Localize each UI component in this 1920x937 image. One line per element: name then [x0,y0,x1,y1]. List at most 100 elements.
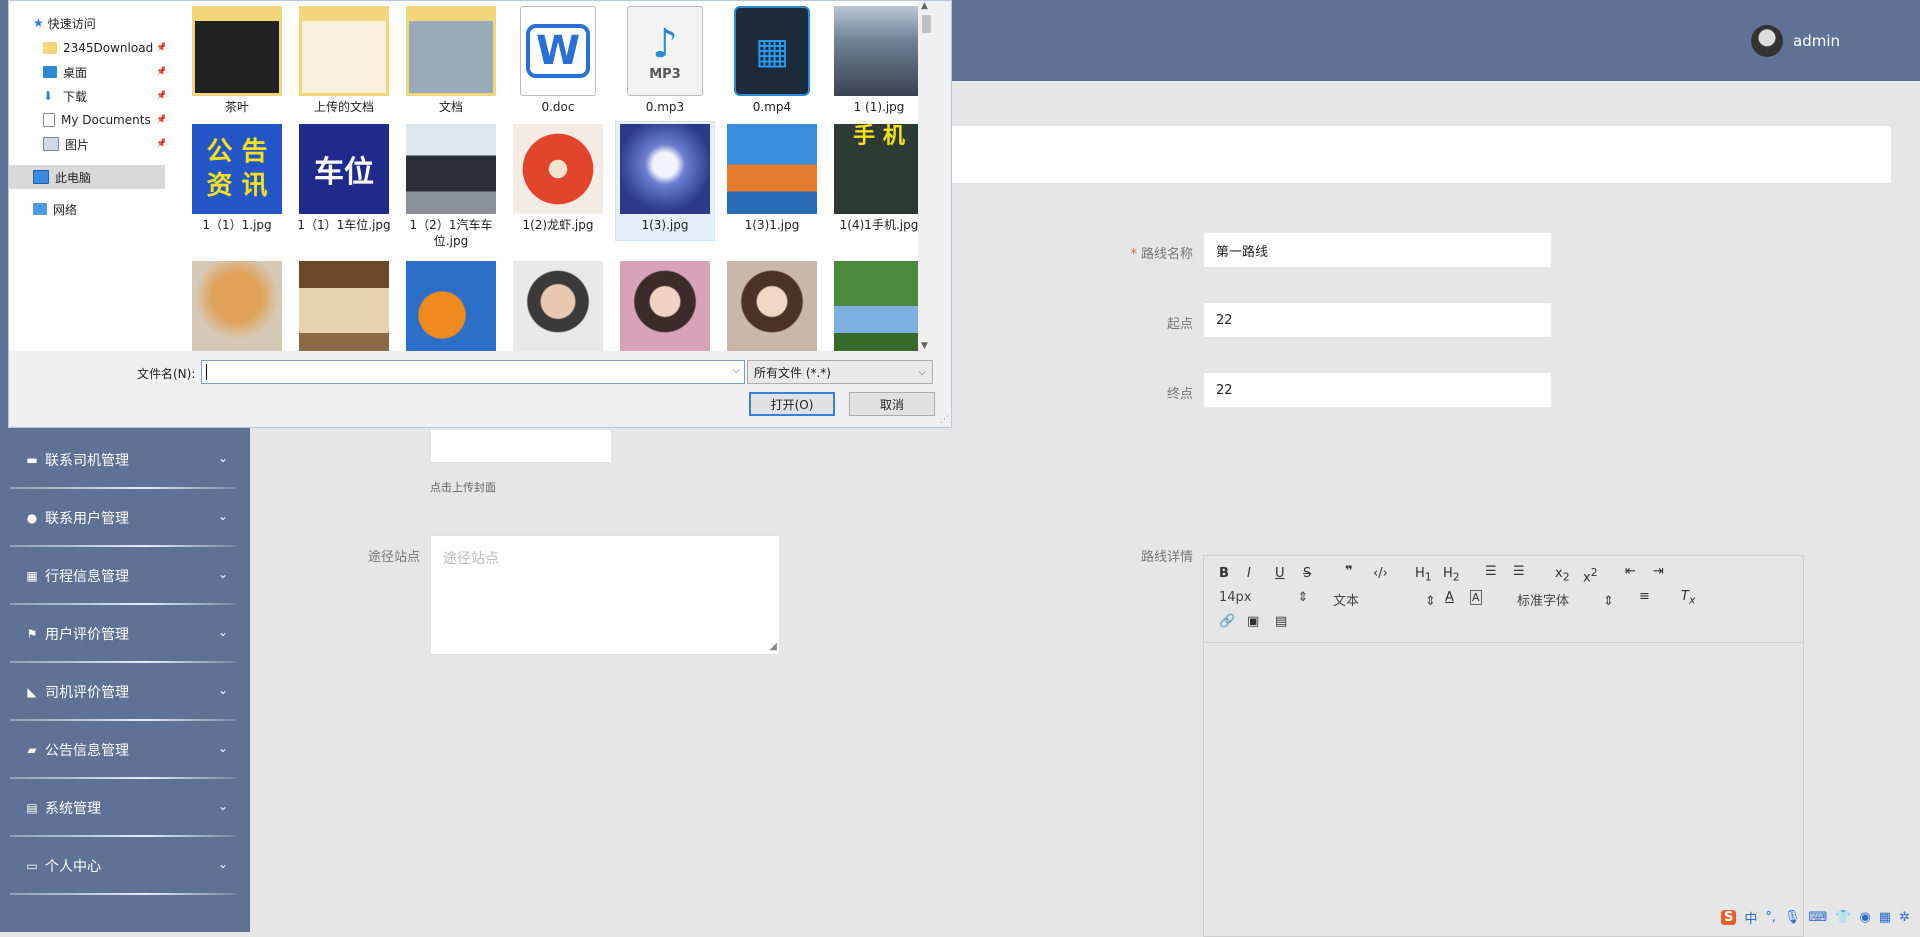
image-thumbnail: 车位 [299,124,389,214]
filetype-select[interactable]: 所有文件 (*.*) ⌵ [747,360,933,384]
sidebar-item-system[interactable]: ▤ 系统管理 ⌄ [0,779,250,837]
text-caret [206,364,207,380]
ordered-list-icon[interactable]: ☰ [1485,564,1497,579]
sidebar-item-user-review[interactable]: ⚑ 用户评价管理 ⌄ [0,605,250,663]
scroll-down-icon[interactable]: ▼ [921,341,928,351]
file-item[interactable]: W 0.doc [508,1,608,115]
file-item[interactable] [187,256,287,351]
align-icon[interactable]: ≡ [1639,589,1650,604]
open-button[interactable]: 打开(O) [749,392,835,416]
file-item[interactable] [722,256,822,351]
file-item[interactable]: 茶叶 [187,1,287,115]
ime-mode-toggle[interactable]: 中 [1744,908,1757,927]
sidebar-item-profile[interactable]: ▭ 个人中心 ⌄ [0,837,250,895]
nav-pictures[interactable]: 图片 📌 [43,134,167,154]
underline-icon[interactable]: U [1275,566,1285,581]
file-item[interactable] [401,256,501,351]
heading2-icon[interactable]: H2 [1443,566,1460,584]
route-name-input[interactable]: 第一路线 [1203,232,1552,268]
video-icon[interactable]: ▤ [1275,614,1287,629]
file-item[interactable]: 1(2)龙虾.jpg [508,119,608,233]
file-item[interactable]: 车位 1（1）1车位.jpg [294,119,394,233]
file-item[interactable] [508,256,608,351]
quote-icon[interactable]: ❞ [1345,564,1353,579]
stops-placeholder: 途径站点 [443,551,499,567]
file-item[interactable]: 手 机 1(4)1手机.jpg [829,119,929,233]
font-family-select[interactable]: 标准字体 ⇕ [1517,590,1614,609]
nav-network[interactable]: 网络 [33,199,77,219]
sogou-logo-icon[interactable]: S [1720,909,1737,925]
scroll-up-icon[interactable]: ▲ [921,1,928,11]
game-icon[interactable]: ◉ [1859,910,1870,925]
nav-desktop[interactable]: 桌面 📌 [43,62,167,82]
file-item[interactable] [615,256,715,351]
settings-icon[interactable]: ✲ [1899,910,1910,925]
file-item[interactable]: 1（2）1汽车车位.jpg [401,119,501,249]
stops-textarea[interactable]: 途径站点 ◢ [430,535,780,655]
sidebar-item-trip-info[interactable]: ▦ 行程信息管理 ⌄ [0,547,250,605]
nav-my-documents[interactable]: My Documents 📌 [43,110,167,130]
sidebar-item-label: 系统管理 [45,801,101,817]
file-item[interactable]: 公 告 资 讯 1（1）1.jpg [187,119,287,233]
strikethrough-icon[interactable]: S [1303,566,1311,581]
sidebar-item-driver-review[interactable]: ◣ 司机评价管理 ⌄ [0,663,250,721]
clear-format-icon[interactable]: Tx [1681,589,1695,607]
indent-icon[interactable]: ⇥ [1653,564,1664,579]
file-item[interactable] [294,256,394,351]
subscript-icon[interactable]: x2 [1555,566,1570,584]
start-input[interactable]: 22 [1203,302,1552,338]
font-color-icon[interactable]: A [1445,590,1454,605]
cancel-button[interactable]: 取消 [849,392,935,416]
resize-grip-icon[interactable]: ⋰ [940,415,949,425]
chevron-down-icon: ⌄ [217,857,228,871]
bullet-list-icon[interactable]: ☰ [1513,564,1525,579]
file-item[interactable]: 文档 [401,1,501,115]
image-icon[interactable]: ▣ [1247,614,1259,629]
file-item-selected[interactable]: 1(3).jpg [615,119,715,233]
chevron-down-icon: ⌄ [217,741,228,755]
chevron-down-icon: ⌄ [217,509,228,523]
user-menu[interactable]: admin [1751,24,1840,58]
file-item[interactable] [829,256,929,351]
file-item[interactable]: 1(3)1.jpg [722,119,822,233]
monitor-icon: ▬ [26,453,38,467]
avatar[interactable] [1751,25,1783,57]
nav-quick-access[interactable]: ★ 快速访问 [33,13,96,33]
scrollbar-thumb[interactable] [922,15,931,33]
microphone-icon[interactable]: 🎙 [1784,910,1801,925]
sidebar-item-driver-contact[interactable]: ▬ 联系司机管理 ⌄ [0,431,250,489]
nav-downloads[interactable]: ⬇ 下载 📌 [43,86,167,106]
nav-this-pc[interactable]: 此电脑 [33,167,91,187]
cover-upload-box[interactable] [430,430,612,463]
file-item[interactable]: 上传的文档 [294,1,394,115]
username[interactable]: admin [1793,32,1840,50]
code-icon[interactable]: ‹/› [1373,566,1388,581]
background-color-icon[interactable]: A [1470,590,1482,605]
superscript-icon[interactable]: x2 [1583,566,1598,585]
font-size-select[interactable]: 14px ⇕ [1219,590,1308,605]
file-item[interactable]: 1 (1).jpg [829,1,929,115]
heading1-icon[interactable]: H1 [1415,566,1432,584]
bold-icon[interactable]: B [1219,566,1229,581]
file-item[interactable]: ▦ 0.mp4 [722,1,822,115]
keyboard-icon[interactable]: ⌨ [1809,910,1828,925]
italic-icon[interactable]: I [1247,566,1251,581]
nav-2345download[interactable]: 2345Download 📌 [43,38,167,58]
editor-content[interactable] [1204,643,1803,933]
outdent-icon[interactable]: ⇤ [1625,564,1636,579]
toolbox-icon[interactable]: ▦ [1879,910,1891,925]
link-icon[interactable]: 🔗 [1219,614,1235,629]
end-input[interactable]: 22 [1203,372,1552,408]
sidebar-item-announcement[interactable]: ▰ 公告信息管理 ⌄ [0,721,250,779]
sidebar-item-user-contact[interactable]: ● 联系用户管理 ⌄ [0,489,250,547]
skin-icon[interactable]: 👕 [1835,910,1851,925]
chevron-down-icon[interactable]: ⌵ [732,365,740,376]
mp4-icon: ▦ [734,6,810,96]
file-item[interactable]: ♪ MP3 0.mp3 [615,1,715,115]
punctuation-icon[interactable]: °, [1765,910,1776,925]
resize-handle-icon[interactable]: ◢ [769,641,777,652]
vertical-scrollbar[interactable]: ▲ ▼ [918,1,935,351]
filename-input[interactable]: ⌵ [201,360,745,384]
text-type-select[interactable]: 文本 ⇕ [1333,590,1436,609]
chevron-down-icon: ⌄ [217,567,228,581]
